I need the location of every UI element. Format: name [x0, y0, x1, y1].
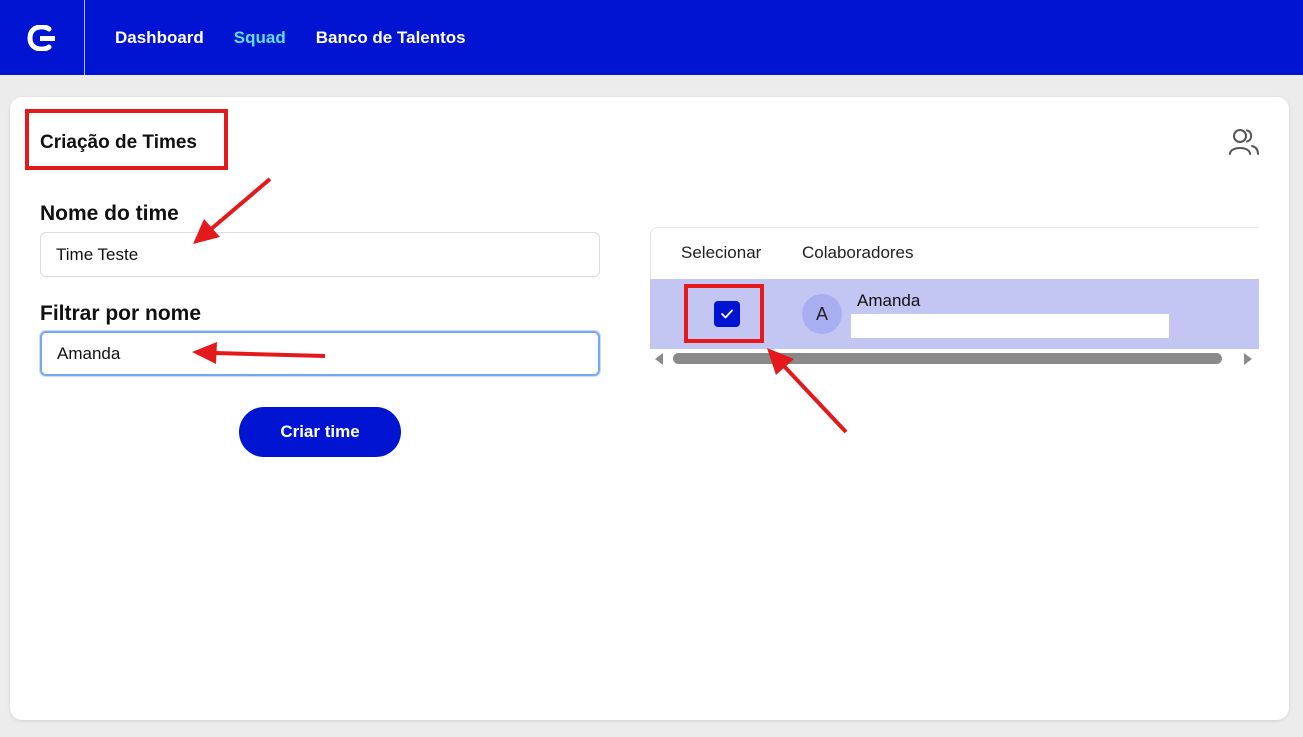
avatar: A [802, 294, 842, 334]
scroll-right-icon[interactable] [1244, 353, 1252, 365]
scroll-left-icon[interactable] [655, 353, 663, 365]
users-icon[interactable] [1228, 127, 1260, 157]
nav-dashboard[interactable]: Dashboard [115, 28, 204, 48]
brand-logo[interactable] [0, 0, 85, 75]
top-navigation-bar: Dashboard Squad Banco de Talentos [0, 0, 1303, 75]
create-team-button[interactable]: Criar time [239, 407, 401, 457]
table-header: Selecionar Colaboradores [650, 227, 1259, 279]
annotation-checkbox-box [684, 284, 764, 343]
team-name-input[interactable] [40, 232, 600, 277]
horizontal-scrollbar[interactable] [650, 349, 1259, 369]
team-name-label: Nome do time [40, 202, 179, 225]
annotation-title-box [25, 109, 228, 170]
brand-logo-icon [27, 24, 55, 51]
column-header-collaborators[interactable]: Colaboradores [802, 243, 914, 263]
nav-banco-de-talentos[interactable]: Banco de Talentos [316, 28, 466, 48]
collaborator-name: Amanda [857, 291, 921, 310]
collaborator-detail-field [851, 314, 1169, 338]
nav-squad[interactable]: Squad [234, 28, 286, 48]
filter-label: Filtrar por nome [40, 302, 202, 325]
column-header-select: Selecionar [681, 243, 762, 262]
filter-name-input[interactable] [40, 331, 600, 376]
team-creation-card: Criação de Times Nome do time Filtrar po… [10, 97, 1289, 720]
scrollbar-thumb[interactable] [673, 353, 1222, 364]
main-nav: Dashboard Squad Banco de Talentos [115, 28, 466, 48]
